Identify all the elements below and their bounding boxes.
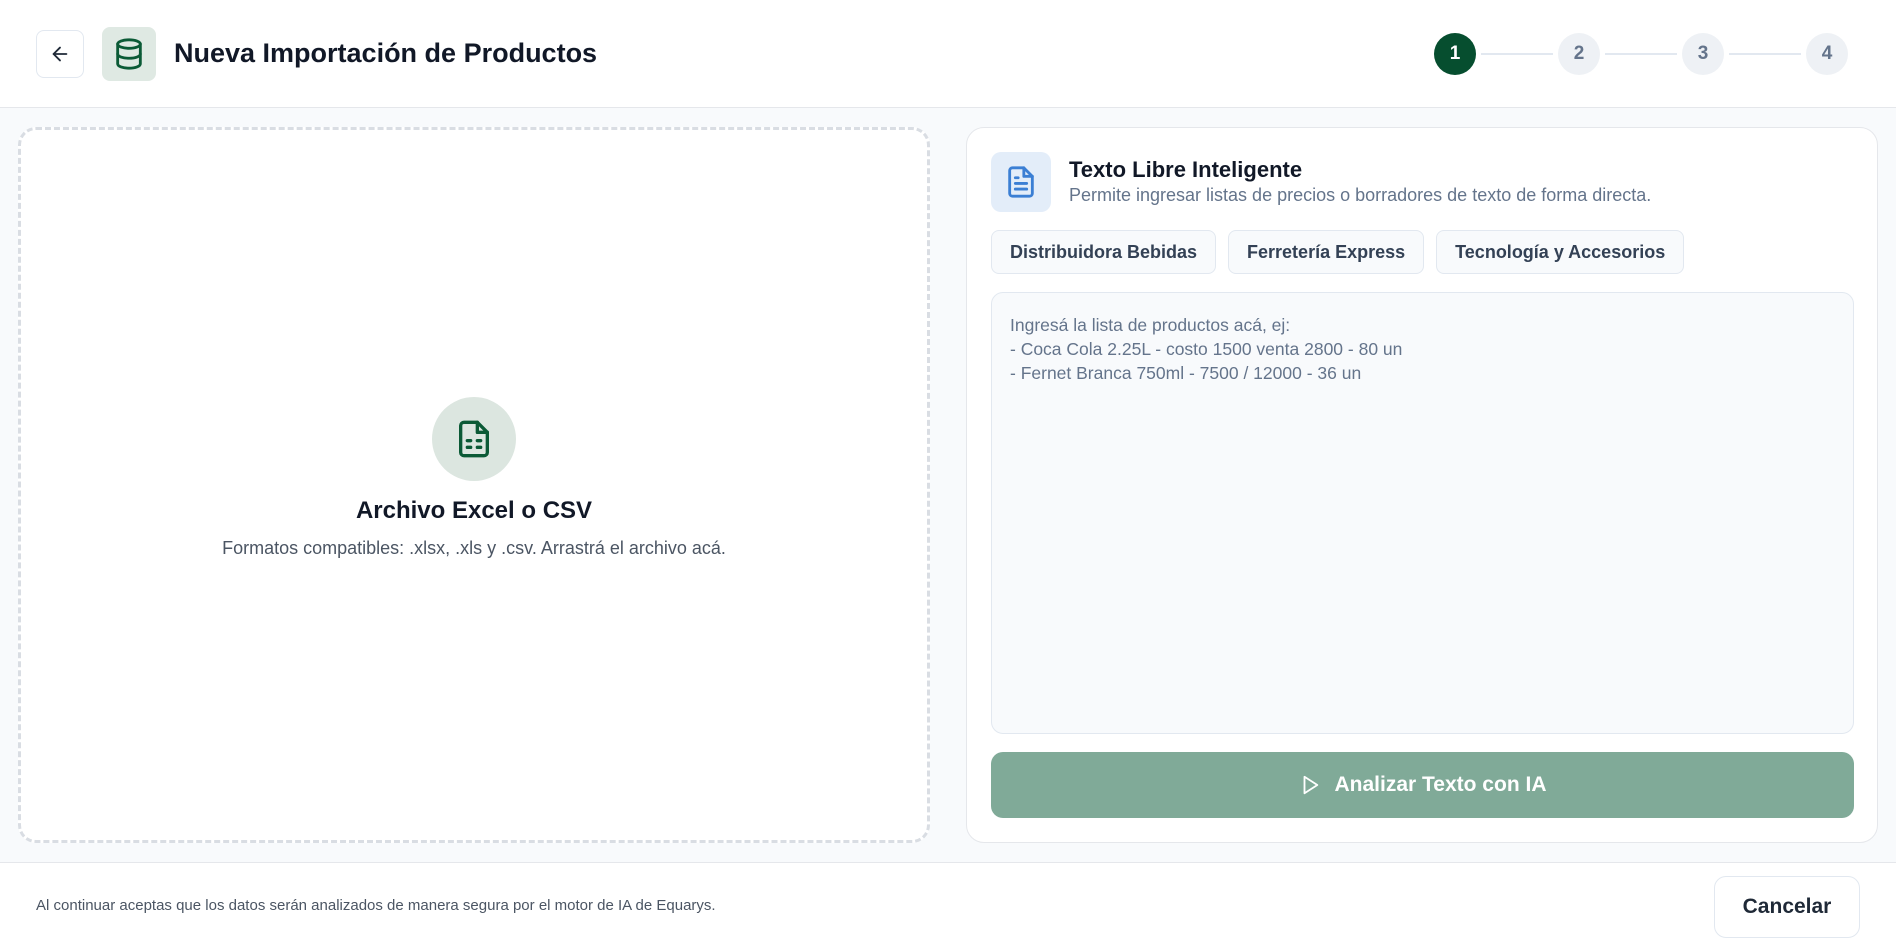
text-import-card: Texto Libre Inteligente Permite ingresar… — [966, 127, 1878, 843]
footer-note: Al continuar aceptas que los datos serán… — [36, 897, 716, 914]
analyze-button-label: Analizar Texto con IA — [1334, 773, 1547, 796]
text-import-title: Texto Libre Inteligente — [1069, 157, 1303, 182]
template-chip-ferreteria[interactable]: Ferretería Express — [1228, 230, 1425, 274]
file-dropzone[interactable]: Archivo Excel o CSV Formatos compatibles… — [18, 127, 930, 843]
step-4: 4 — [1806, 33, 1848, 75]
step-connector — [1481, 53, 1553, 55]
play-icon — [1303, 775, 1318, 795]
database-icon — [102, 27, 156, 81]
arrow-left-icon — [52, 46, 68, 62]
cancel-button[interactable]: Cancelar — [1714, 876, 1860, 938]
dropzone-title: Archivo Excel o CSV — [355, 497, 593, 524]
step-1: 1 — [1434, 33, 1476, 75]
text-import-subtitle: Permite ingresar listas de precios o bor… — [1069, 185, 1652, 205]
template-chips: Distribuidora Bebidas Ferretería Express… — [991, 230, 1685, 274]
step-connector — [1605, 53, 1677, 55]
step-2: 2 — [1558, 33, 1600, 75]
template-chip-tecnologia[interactable]: Tecnología y Accesorios — [1436, 230, 1685, 274]
product-list-textarea[interactable] — [991, 292, 1854, 734]
dropzone-subtitle: Formatos compatibles: .xlsx, .xls y .csv… — [222, 538, 726, 558]
step-connector — [1729, 53, 1801, 55]
document-icon — [991, 152, 1051, 212]
analyze-text-button[interactable]: Analizar Texto con IA — [991, 752, 1854, 818]
footer: Al continuar aceptas que los datos serán… — [0, 862, 1896, 948]
spreadsheet-file-icon — [432, 397, 516, 481]
page-title: Nueva Importación de Productos — [174, 38, 598, 68]
back-button[interactable] — [36, 30, 84, 78]
header: Nueva Importación de Productos 1 2 3 4 — [0, 0, 1896, 108]
step-3: 3 — [1682, 33, 1724, 75]
template-chip-bebidas[interactable]: Distribuidora Bebidas — [991, 230, 1217, 274]
stepper: 1 2 3 4 — [1434, 33, 1848, 75]
